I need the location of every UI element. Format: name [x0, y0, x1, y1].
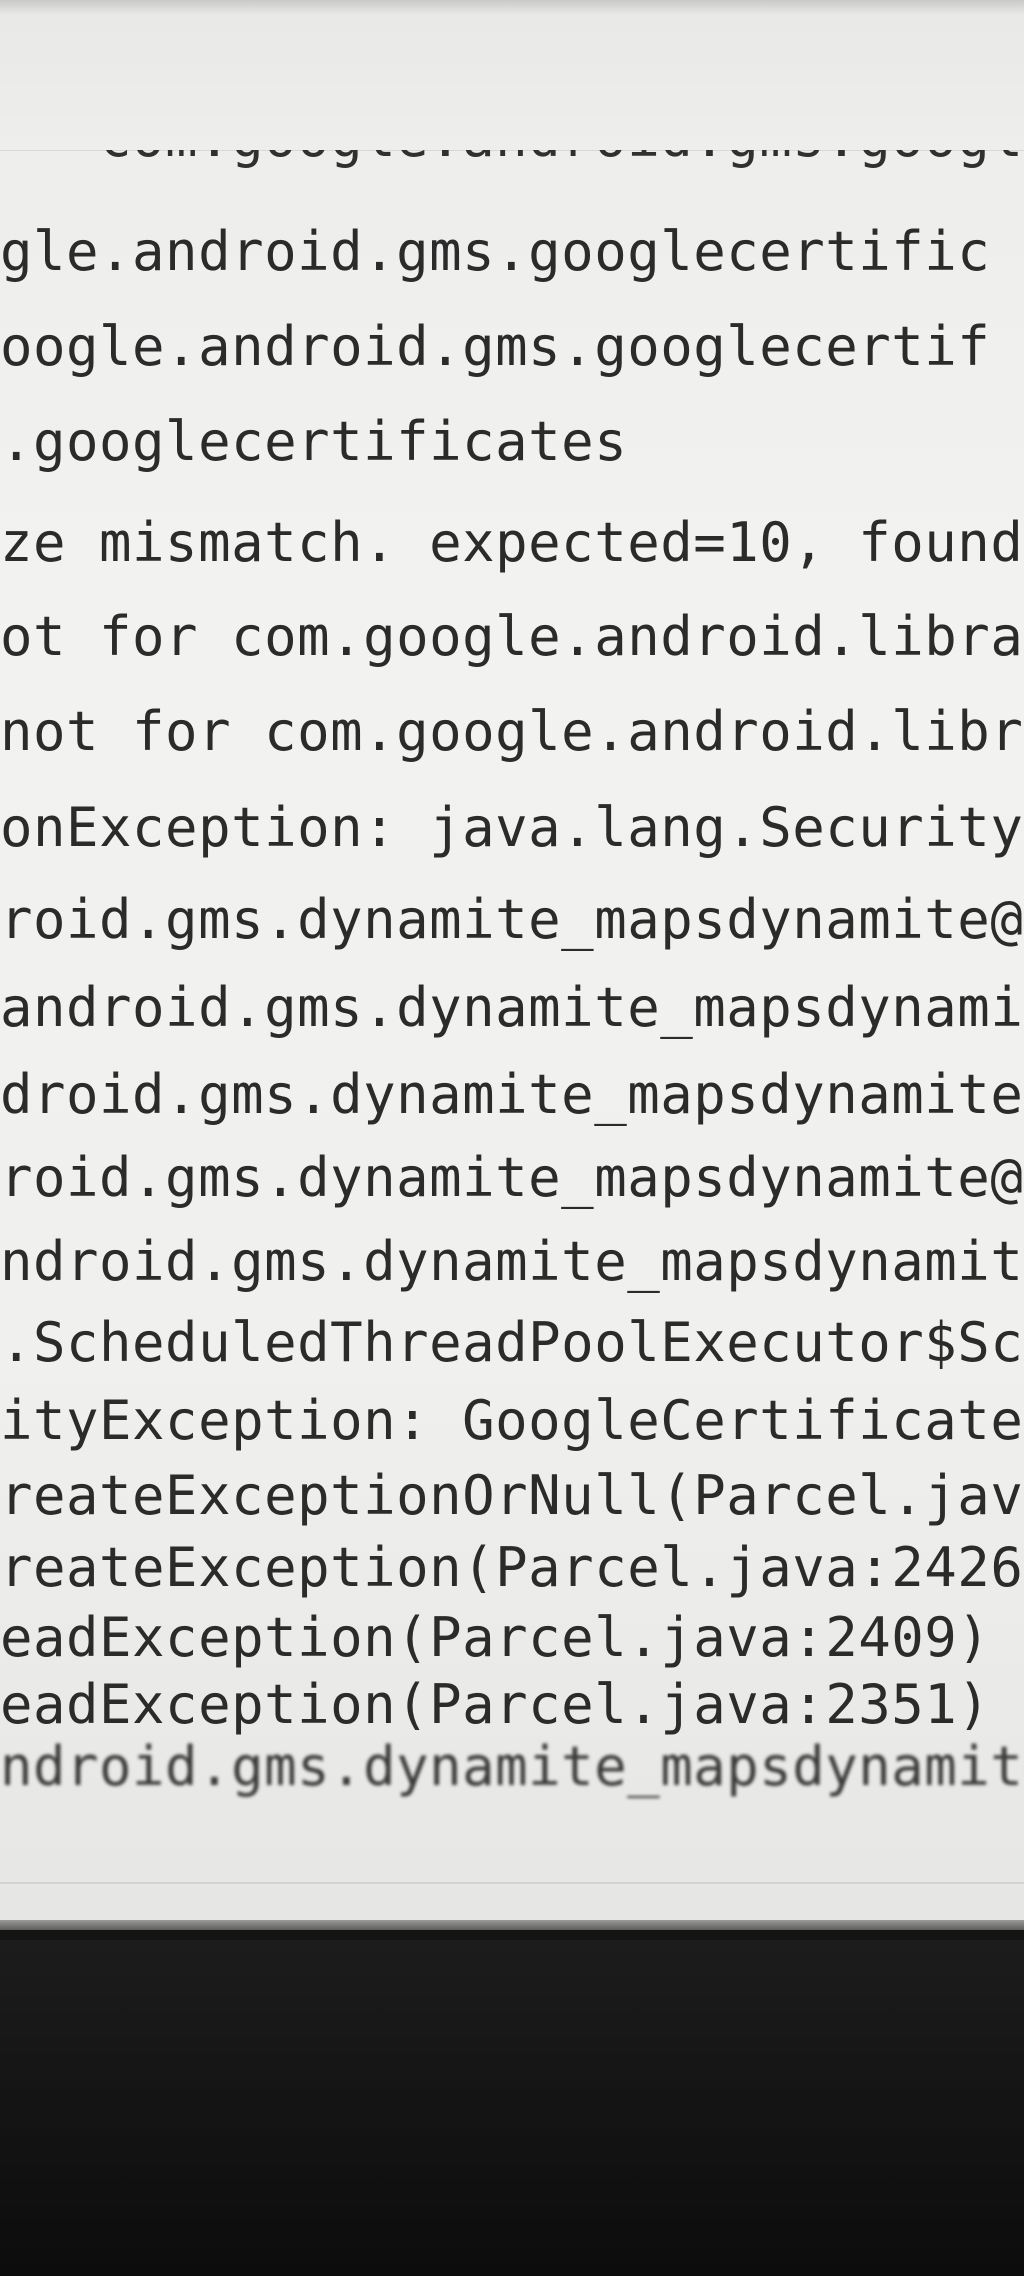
log-line: .googlecertificates [0, 410, 628, 473]
log-line: ndroid.gms.dynamite_mapsdynamite@2 [0, 1230, 1024, 1293]
log-line: ot for com.google.android.librar [0, 605, 1024, 668]
log-line: com.google.android.gms.googlecertific [0, 150, 1024, 178]
log-line: ze mismatch. expected=10, found= [0, 511, 1024, 574]
ide-screen: com.google.android.gms.googlecertific gl… [0, 0, 1024, 1930]
log-line: ityException: GoogleCertificatesRsl [0, 1389, 1024, 1452]
log-line: reateException(Parcel.java:2426) [0, 1536, 1024, 1599]
log-line: onException: java.lang.SecurityE [0, 796, 1024, 859]
log-line: roid.gms.dynamite_mapsdynamite@231 [0, 1146, 1024, 1209]
log-line: not for com.google.android.libra [0, 700, 1024, 763]
log-line: oogle.android.gms.googlecertif [0, 315, 991, 378]
log-line: reateExceptionOrNull(Parcel.java:24 [0, 1464, 1024, 1527]
log-line: roid.gms.dynamite_mapsdynamite@2 [0, 888, 1024, 951]
top-shadow [0, 0, 1024, 14]
log-line: .ScheduledThreadPoolExecutor$Sched [0, 1311, 1024, 1374]
logcat-output[interactable]: com.google.android.gms.googlecertific gl… [0, 150, 1024, 1870]
log-line: ndroid.gms.dynamite_mapsdynamite@2313 [0, 1735, 1024, 1798]
monitor-bezel [0, 1940, 1024, 2276]
log-line: android.gms.dynamite_mapsdynamite [0, 976, 1024, 1039]
panel-divider [0, 1882, 1024, 1884]
editor-top-bar [0, 0, 1024, 151]
screen-edge [0, 1920, 1024, 1930]
log-line: gle.android.gms.googlecertific [0, 220, 991, 283]
log-line: droid.gms.dynamite_mapsdynamite@23 [0, 1063, 1024, 1126]
